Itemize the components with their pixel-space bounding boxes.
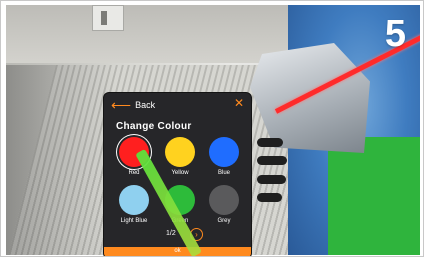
back-label: Back [135, 100, 156, 110]
swatch-label: Light Blue [120, 218, 148, 224]
green-object [328, 137, 420, 255]
page-indicator: 1/2 [166, 230, 176, 237]
chevron-right-icon: › [195, 230, 198, 239]
back-arrow-icon: ⟵ [111, 97, 132, 113]
swatch-yellow[interactable] [165, 137, 195, 167]
panel-title: Change Colour [116, 121, 192, 132]
close-icon[interactable]: ✕ [234, 96, 244, 110]
wall-vent [92, 5, 124, 31]
glove-finger [257, 193, 282, 202]
table-shadow [6, 65, 116, 255]
step-number: 5 [384, 13, 406, 55]
glove-finger [257, 175, 286, 184]
screenshot-frame: 5 ⟵ Back ✕ Change Colour Red Yellow Blue Li… [0, 0, 424, 257]
swatch-blue[interactable] [209, 137, 239, 167]
swatch-label: Grey [217, 218, 231, 224]
swatch-grey[interactable] [209, 185, 239, 215]
back-button[interactable]: ⟵ Back [111, 97, 155, 113]
panel-header: ⟵ Back ✕ [104, 93, 251, 115]
glove-finger [257, 138, 283, 147]
wall-vent-slot [101, 11, 107, 25]
glove-finger [257, 156, 287, 165]
ok-button[interactable]: ok [104, 247, 251, 256]
swatch-light-blue[interactable] [119, 185, 149, 215]
swatch-label: Yellow [171, 170, 189, 176]
ok-label: ok [174, 248, 181, 254]
swatch-label: Blue [217, 170, 230, 176]
change-colour-panel: ⟵ Back ✕ Change Colour Red Yellow Blue Ligh… [104, 93, 251, 256]
